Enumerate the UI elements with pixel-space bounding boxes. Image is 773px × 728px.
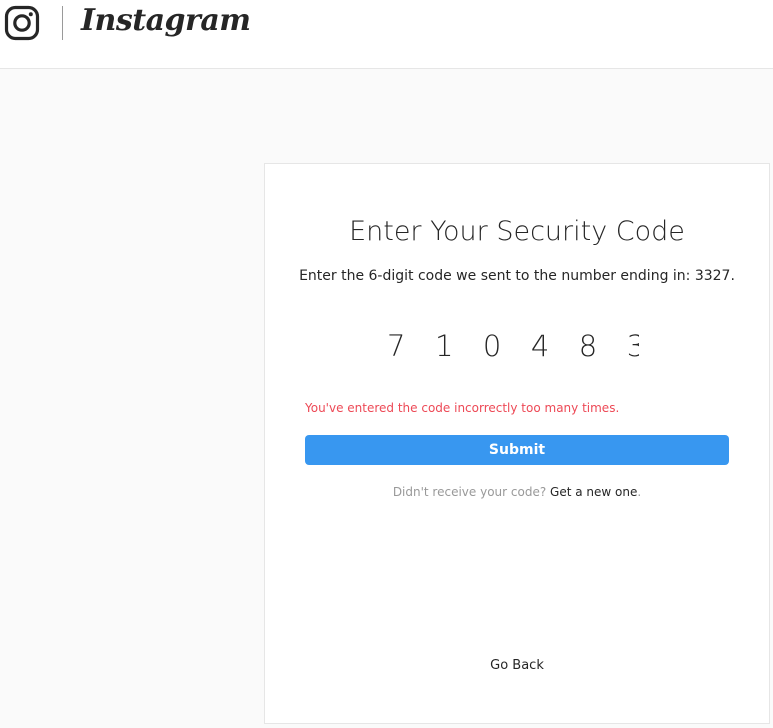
instagram-wordmark-logo[interactable]: Instagram — [81, 3, 251, 38]
error-message: You've entered the code incorrectly too … — [305, 401, 620, 415]
top-navigation-bar: Instagram — [0, 0, 773, 69]
go-back-link[interactable]: Go Back — [265, 658, 769, 673]
resend-prompt-text: Didn't receive your code? — [392, 485, 551, 499]
security-code-card: Enter Your Security Code Enter the 6-dig… — [264, 163, 770, 724]
get-new-code-link[interactable]: Get a new one — [550, 485, 637, 499]
security-code-input[interactable] — [383, 326, 639, 366]
header-divider — [62, 6, 63, 40]
page-title: Enter Your Security Code — [349, 216, 685, 247]
code-instructions: Enter the 6-digit code we sent to the nu… — [299, 268, 735, 284]
resend-code-prompt: Didn't receive your code? Get a new one. — [265, 485, 769, 499]
resend-suffix: . — [637, 485, 642, 499]
submit-button[interactable]: Submit — [305, 435, 729, 465]
instagram-glyph-icon[interactable] — [4, 5, 40, 41]
